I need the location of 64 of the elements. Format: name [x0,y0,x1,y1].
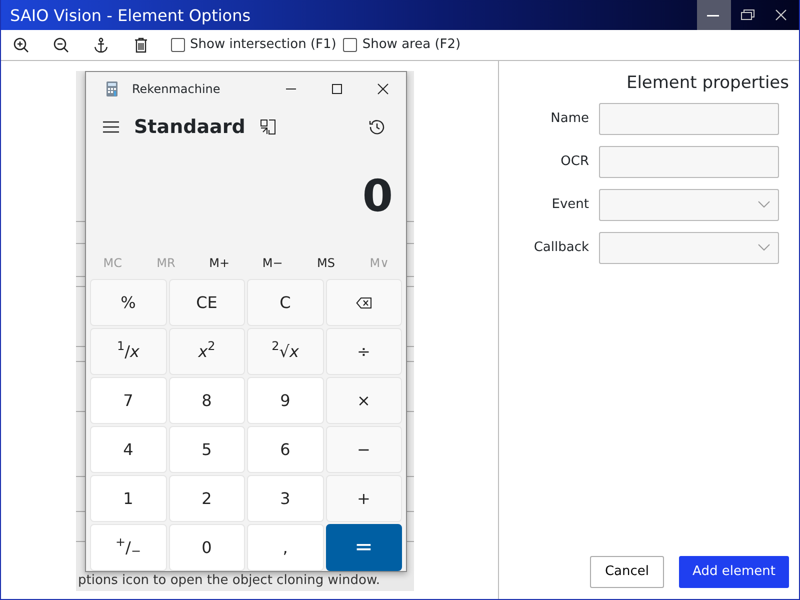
close-icon [775,9,789,21]
cancel-button[interactable]: Cancel [590,556,664,588]
field-label: Callback [532,238,590,257]
calculator-key[interactable]: 5 [168,426,245,473]
anchor-icon [93,37,109,53]
calculator-key[interactable]: $^{1}$/x [90,328,166,375]
calculator-key[interactable]: 1 [90,475,166,522]
input-field[interactable] [599,146,779,178]
calculator-key[interactable]: 9 [247,377,324,424]
calculator-key[interactable]: 4 [90,426,166,473]
field-label: Name [550,110,590,128]
memory-button[interactable]: M+ [193,254,246,275]
calculator-key[interactable]: C [247,279,324,326]
add-button[interactable]: Add element [679,556,789,588]
calculator-key[interactable]: 0 [168,524,245,571]
panel-title: Element properties [625,72,789,95]
menu-icon [103,121,119,134]
calculator-key[interactable]: × [326,377,402,424]
calculator-key[interactable]: CE [168,279,245,326]
zoom-out-icon [53,37,69,53]
calculator-key[interactable]: 3 [247,475,324,522]
calculator-key[interactable]: + [326,475,402,522]
chevron-down-icon [758,244,770,251]
calculator-key[interactable]: − [326,426,402,473]
calculator-key[interactable]: $^{2}$√x [247,328,324,375]
document-text: ptions icon to open the object cloning window. [78,573,380,589]
keep-on-top-button[interactable] [259,119,278,136]
menu-button[interactable] [102,121,120,134]
chevron-down-icon [758,201,770,208]
calculator-key[interactable]: 7 [90,377,166,424]
mode-title: Standaard [134,115,246,140]
display-value: 0 [361,170,394,224]
memory-button[interactable]: M− [246,254,299,275]
calculator-key[interactable]: x$^{2}$ [168,328,245,375]
calculator-icon [106,81,118,97]
restore-icon [741,9,755,21]
calculator-key[interactable]: ÷ [326,328,402,375]
dropdown-field[interactable] [599,188,779,220]
history-icon [369,119,385,136]
maximize-icon [331,83,343,95]
checkbox-label[interactable]: Show intersection (F1) [190,35,336,55]
calculator-key[interactable]: 8 [168,377,245,424]
keep-on-top-icon [260,119,276,136]
calculator-key[interactable]: $^{+}$/$_{−}$ [90,524,166,571]
calculator-key[interactable]: 2 [168,475,245,522]
close-icon [377,83,389,95]
calculator-key[interactable]: 6 [247,426,324,473]
calculator-key[interactable]: = [326,524,402,571]
memory-button[interactable]: MS [300,254,352,275]
field-label: Event [550,196,590,214]
input-field[interactable] [599,102,779,134]
dropdown-field[interactable] [599,232,779,264]
history-button[interactable] [368,119,386,136]
zoom-in-icon [13,37,29,53]
calculator-key[interactable]: % [90,279,166,326]
checkbox[interactable] [343,38,358,52]
backspace-icon [356,296,372,308]
checkbox[interactable] [171,38,185,52]
field-label: OCR [560,152,590,171]
window-title: SAIO Vision - Element Options [9,5,252,27]
checkbox-label[interactable]: Show area (F2) [362,35,461,55]
calculator-title: Rekenmachine [132,81,222,98]
trash-icon [133,37,149,53]
calculator-key[interactable]: , [247,524,324,571]
